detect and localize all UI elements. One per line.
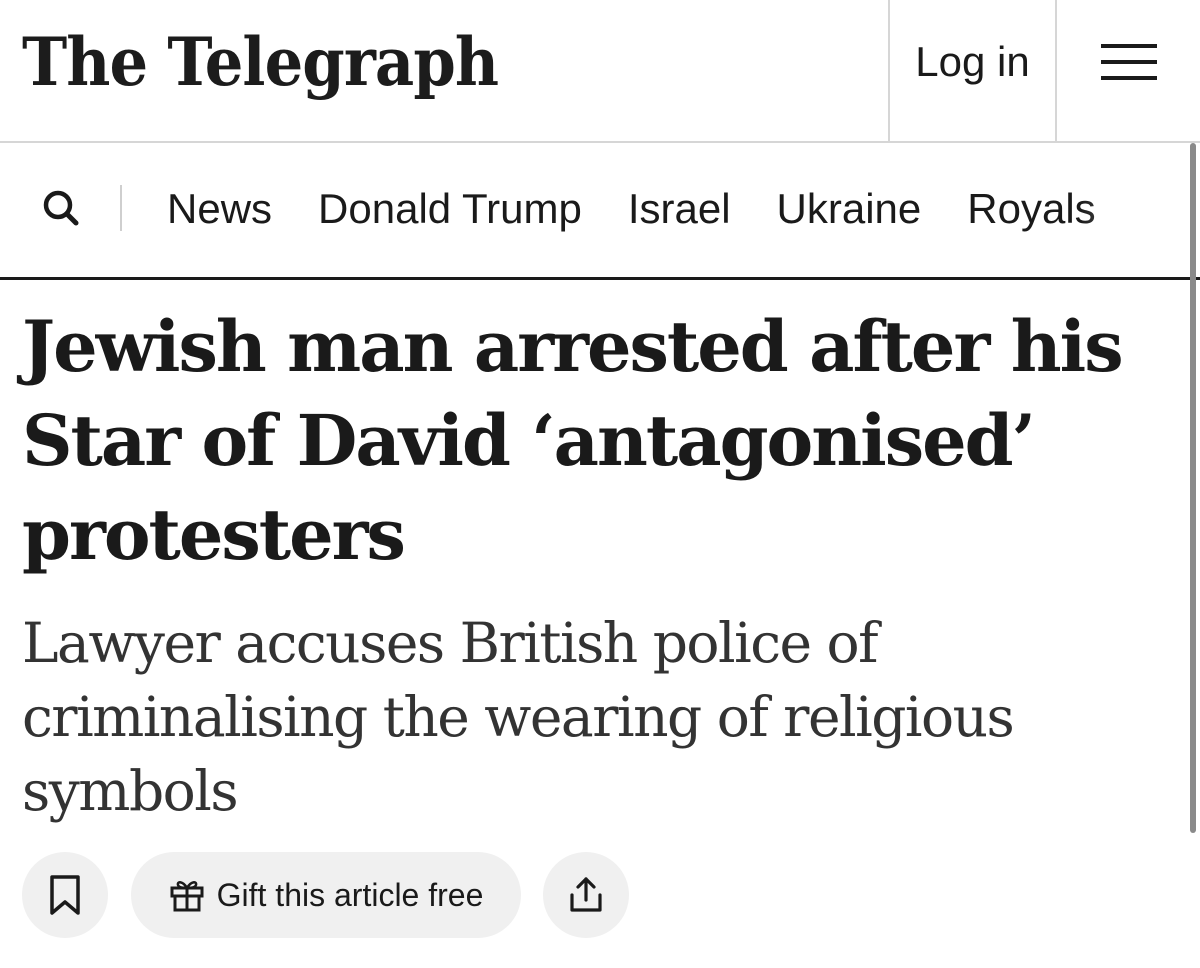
gift-article-label: Gift this article free: [216, 876, 484, 913]
nav-item-royals[interactable]: Royals: [967, 179, 1095, 239]
section-nav: News Donald Trump Israel Ukraine Royals: [0, 143, 1200, 280]
hamburger-menu-icon: [1100, 43, 1157, 80]
login-button[interactable]: Log in: [890, 0, 1055, 141]
nav-item-donald-trump[interactable]: Donald Trump: [318, 179, 582, 239]
site-logo[interactable]: The Telegraph: [22, 22, 499, 102]
article-headline: Jewish man arrested after his Star of Da…: [22, 305, 1124, 576]
scrollbar[interactable]: [1190, 143, 1196, 833]
share-icon: [570, 877, 602, 912]
article-standfirst: Lawyer accuses British police of crimina…: [22, 611, 1015, 823]
nav-item-news[interactable]: News: [167, 179, 272, 239]
bookmark-button[interactable]: [22, 852, 108, 938]
search-icon: [43, 190, 79, 226]
gift-article-button[interactable]: Gift this article free: [131, 852, 521, 938]
nav-item-israel[interactable]: Israel: [628, 179, 731, 239]
masthead: The Telegraph Log in: [0, 0, 1200, 143]
nav-item-ukraine[interactable]: Ukraine: [777, 179, 922, 239]
share-button[interactable]: [543, 852, 629, 938]
nav-separator: [120, 185, 122, 231]
bookmark-icon: [50, 875, 80, 915]
nav-items: News Donald Trump Israel Ukraine Royals: [167, 179, 1142, 239]
search-button[interactable]: [38, 185, 86, 233]
menu-button[interactable]: [1057, 0, 1200, 141]
gift-icon: [170, 881, 204, 912]
